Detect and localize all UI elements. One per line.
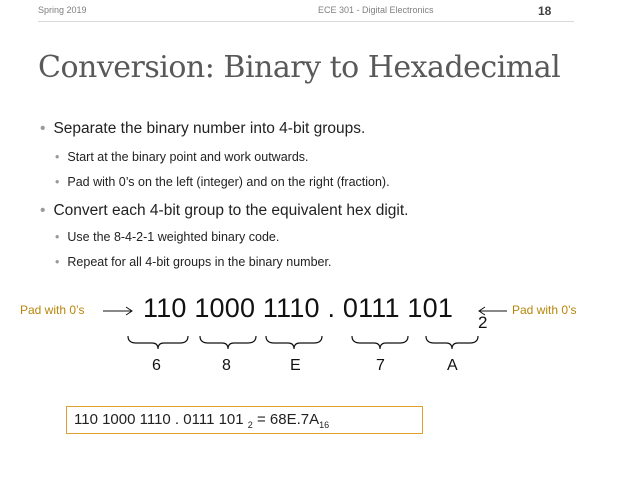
result-hex: 68E.7A [269,411,320,428]
left-arrow-icon [478,306,507,316]
result-box: 110 1000 1110 . 0111 101 2 = 68E.7A16 [66,406,423,434]
result-hex-base: 16 [319,420,330,430]
group-bracket [265,335,323,350]
hex-digit: E [290,357,301,374]
result-binary: 110 1000 1110 . 0111 101 [74,411,244,428]
result-equals: = [256,411,266,428]
right-arrow-icon [103,306,133,316]
group-bracket [199,335,257,350]
group-bracket [351,335,409,350]
result-binary-base: 2 [247,420,253,430]
hex-digit: 7 [376,357,385,374]
hex-digit: A [447,357,458,374]
hex-digit: 6 [152,357,161,374]
group-bracket [127,335,189,350]
hex-digit: 8 [222,357,231,374]
group-bracket [425,335,479,350]
